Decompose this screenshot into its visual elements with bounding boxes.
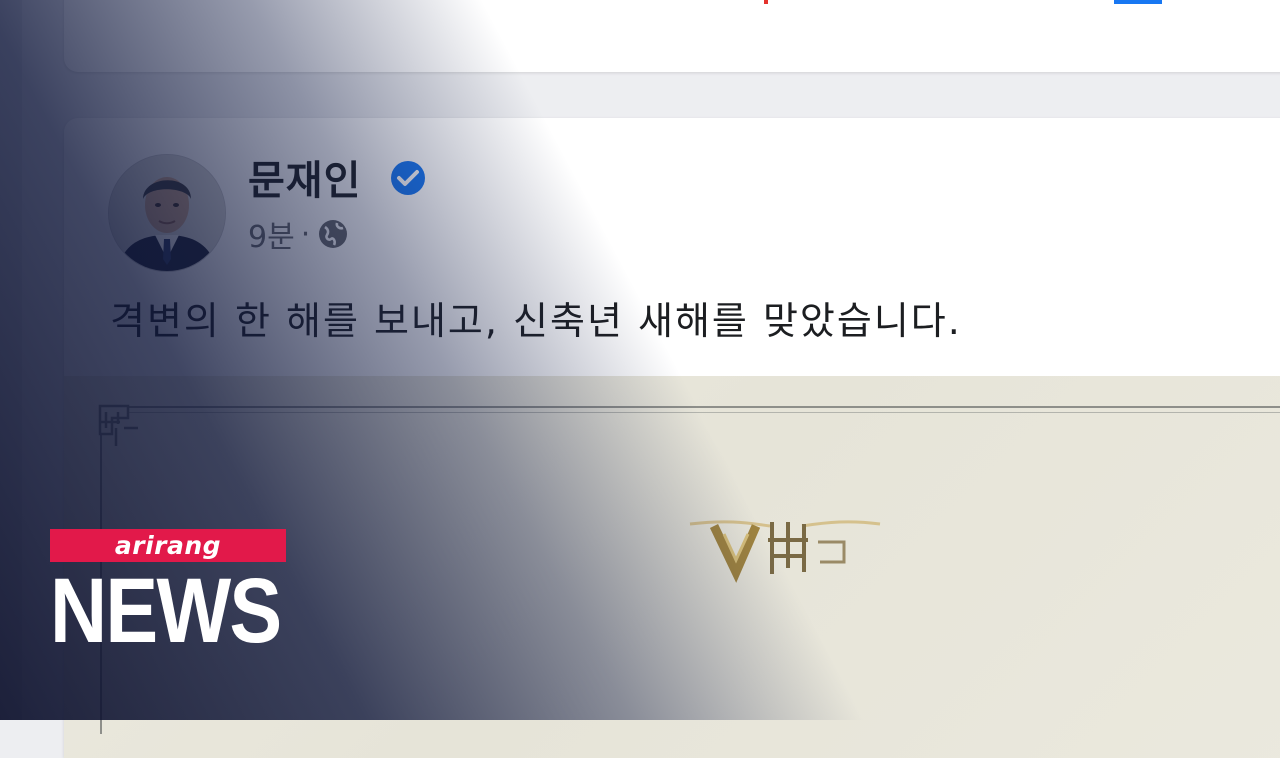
arirang-news-logo: arirang NEWS (50, 529, 286, 662)
presidential-emblem (689, 520, 881, 583)
meta-separator: · (300, 216, 311, 252)
post-text: 격변의 한 해를 보내고, 신축년 새해를 맞았습니다. (110, 299, 962, 343)
globe-icon (316, 217, 350, 251)
brand-name: arirang (50, 529, 286, 562)
card-border-top-inner (128, 412, 1280, 413)
corner-knot-ornament (98, 404, 138, 446)
post-card: 문재인 9분 · 격변의 한 해를 보내고, 신축년 새해를 맞았습니다. (64, 118, 1280, 758)
card-border-top (128, 406, 1280, 408)
post-meta: 9분 · (248, 212, 350, 256)
previous-post-link-underline[interactable] (1114, 0, 1162, 4)
brand-label: NEWS (50, 560, 282, 662)
avatar[interactable] (108, 154, 226, 272)
author-name[interactable]: 문재인 (248, 148, 361, 206)
previous-post-card (64, 0, 1280, 72)
verified-badge-icon (388, 158, 428, 198)
post-time[interactable]: 9분 (248, 212, 295, 256)
page-left-edge (0, 0, 22, 720)
previous-post-accent (764, 0, 768, 4)
